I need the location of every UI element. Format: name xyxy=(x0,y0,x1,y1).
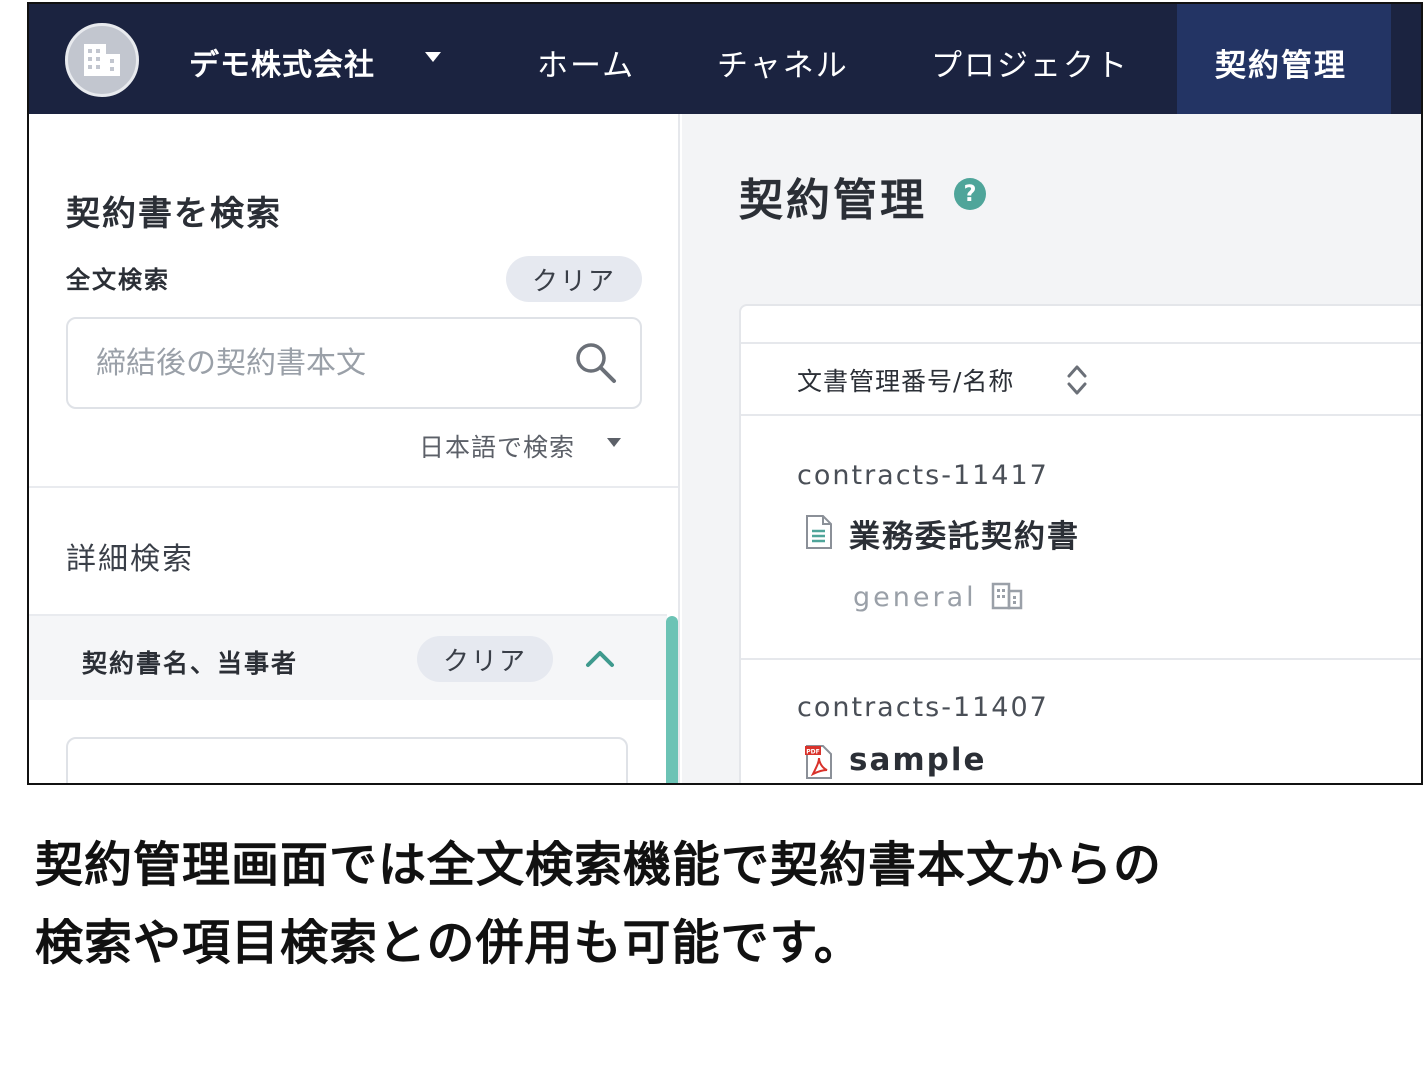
search-sidebar: 契約書を検索 全文検索 クリア 日本語で検索 詳細検索 契約書名、当事者 クリア xyxy=(29,114,680,783)
section-label: 契約書名、当事者 xyxy=(82,649,299,678)
document-icon xyxy=(806,515,832,549)
search-language-select[interactable]: 日本語で検索 xyxy=(419,428,575,464)
caret-down-icon[interactable] xyxy=(425,52,441,62)
chevron-up-icon[interactable] xyxy=(585,648,615,668)
contract-name-link[interactable]: 業務委託契約書 xyxy=(849,511,1080,556)
nav-home[interactable]: ホーム xyxy=(537,40,635,85)
contracts-table: 文書管理番号/名称 contracts-11417 業務委託契約書 genera… xyxy=(739,304,1421,783)
caret-down-icon[interactable] xyxy=(607,438,621,447)
pdf-icon: PDF xyxy=(805,745,832,779)
divider xyxy=(29,486,678,488)
help-icon[interactable]: ? xyxy=(954,178,986,210)
row-divider xyxy=(741,658,1421,660)
section-clear-button[interactable]: クリア xyxy=(417,636,553,682)
svg-text:PDF: PDF xyxy=(806,749,819,756)
section-header-contract-name[interactable]: 契約書名、当事者 クリア xyxy=(29,614,667,700)
advanced-search-label: 詳細検索 xyxy=(66,542,194,577)
fulltext-search-field[interactable] xyxy=(66,317,642,409)
nav-project[interactable]: プロジェクト xyxy=(931,40,1129,85)
building-icon xyxy=(84,44,120,76)
nav-channel[interactable]: チャネル xyxy=(717,40,849,85)
contract-name-link[interactable]: sample xyxy=(849,742,987,778)
contract-id: contracts-11417 xyxy=(797,460,1049,491)
sidebar-title: 契約書を検索 xyxy=(66,194,282,234)
fulltext-search-input[interactable] xyxy=(96,339,556,387)
contract-id: contracts-11407 xyxy=(797,692,1049,723)
org-avatar[interactable] xyxy=(65,23,139,97)
column-header-label: 文書管理番号/名称 xyxy=(797,367,1015,396)
search-icon[interactable] xyxy=(574,341,618,385)
app-window: デモ株式会社 ホーム チャネル プロジェクト 契約管理 契約書を検索 全文検索 … xyxy=(27,2,1423,785)
scrollbar-thumb[interactable] xyxy=(666,616,678,783)
fulltext-label: 全文検索 xyxy=(66,266,170,294)
nav-contract-management-label: 契約管理 xyxy=(1215,48,1347,84)
contract-name-input[interactable] xyxy=(66,737,628,783)
building-icon xyxy=(991,582,1023,610)
sort-icon[interactable] xyxy=(1065,362,1089,398)
caption-line-2: 検索や項目検索との併用も可能です。 xyxy=(35,915,863,971)
page-title: 契約管理 xyxy=(739,175,927,226)
column-header[interactable]: 文書管理番号/名称 xyxy=(741,342,1421,416)
contract-tag: general xyxy=(853,582,977,613)
main-content: 契約管理 ? 文書管理番号/名称 contracts-11417 業務委託契約書… xyxy=(682,114,1421,783)
top-nav: デモ株式会社 ホーム チャネル プロジェクト 契約管理 xyxy=(29,4,1421,114)
caption-line-1: 契約管理画面では全文検索機能で契約書本文からの xyxy=(35,837,1163,893)
fulltext-clear-button[interactable]: クリア xyxy=(506,256,642,302)
caption-text: 契約管理画面では全文検索機能で契約書本文からの 検索や項目検索との併用も可能です… xyxy=(35,826,1162,982)
org-switcher-label[interactable]: デモ株式会社 xyxy=(189,40,375,84)
nav-contract-management[interactable]: 契約管理 xyxy=(1177,4,1391,114)
